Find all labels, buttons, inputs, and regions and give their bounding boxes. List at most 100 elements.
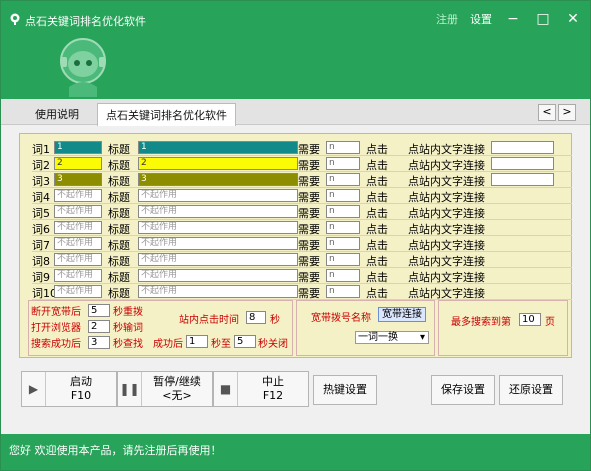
keyword-input[interactable]: 不起作用: [54, 285, 102, 298]
save-settings-button[interactable]: 保存设置: [431, 375, 495, 405]
keyword-label: 词2: [32, 159, 50, 172]
title-input[interactable]: 3: [138, 173, 298, 186]
link-text-input[interactable]: [491, 141, 554, 154]
stop-hotkey: F12: [262, 389, 284, 402]
title-input[interactable]: 2: [138, 157, 298, 170]
need-label: 需要: [298, 287, 320, 300]
pause-icon: ❚❚: [118, 372, 142, 406]
stay-label: 站内点击时间: [179, 315, 239, 326]
pause-button[interactable]: ❚❚ 暂停/继续 <无>: [117, 371, 213, 407]
title-input[interactable]: 不起作用: [138, 285, 298, 298]
need-count-input[interactable]: n: [326, 237, 360, 250]
need-count-input[interactable]: n: [326, 141, 360, 154]
keyword-input[interactable]: 2: [54, 157, 102, 170]
dial-name-input[interactable]: 宽带连接: [378, 307, 426, 322]
close-button[interactable]: ✕: [564, 11, 582, 27]
need-count-input[interactable]: n: [326, 157, 360, 170]
reconnect-input[interactable]: 5: [88, 304, 110, 317]
browser-unit: 秒输词: [113, 323, 143, 334]
settings-link[interactable]: 设置: [470, 11, 492, 27]
start-button[interactable]: ▶ 启动 F10: [21, 371, 117, 407]
click-label: 点击: [366, 239, 388, 252]
toolbar: ▶ 启动 F10 ❚❚ 暂停/继续 <无> ■ 中止 F12 热键设置 保存设置 还原…: [1, 365, 590, 411]
keyword-input[interactable]: 不起作用: [54, 205, 102, 218]
title-input[interactable]: 不起作用: [138, 237, 298, 250]
keyword-input[interactable]: 不起作用: [54, 237, 102, 250]
need-count-input[interactable]: n: [326, 285, 360, 298]
reconnect-unit: 秒重拨: [113, 307, 143, 318]
keyword-input[interactable]: 不起作用: [54, 189, 102, 202]
link-label: 点站内文字连接: [408, 239, 485, 252]
success-to-input[interactable]: 5: [234, 335, 256, 348]
need-count-input[interactable]: n: [326, 253, 360, 266]
title-label: 标题: [108, 271, 130, 284]
title-input[interactable]: 不起作用: [138, 253, 298, 266]
keyword-row: 词3 3 标题 3 需要 n 点击 点站内文字连接: [32, 172, 572, 188]
keyword-row: 词1 1 标题 1 需要 n 点击 点站内文字连接: [32, 140, 572, 156]
keyword-input[interactable]: 不起作用: [54, 253, 102, 266]
keyword-input[interactable]: 不起作用: [54, 221, 102, 234]
keyword-row: 词7 不起作用 标题 不起作用 需要 n 点击 点站内文字连接: [32, 236, 572, 252]
pause-hotkey: <无>: [162, 389, 192, 402]
maximize-button[interactable]: □: [534, 11, 552, 27]
minimize-button[interactable]: −: [504, 11, 522, 27]
mode-select[interactable]: 一词一换 ▾: [355, 331, 429, 344]
restore-settings-button[interactable]: 还原设置: [499, 375, 563, 405]
keyword-input[interactable]: 不起作用: [54, 269, 102, 282]
success-unit: 秒关闭: [258, 339, 288, 350]
hotkey-settings-button[interactable]: 热键设置: [313, 375, 377, 405]
stop-button[interactable]: ■ 中止 F12: [213, 371, 309, 407]
title-input[interactable]: 不起作用: [138, 269, 298, 282]
app-window: 点石关键词排名优化软件 注册 设置 − □ ✕ 使用说明 点石关键词排名优化软件…: [0, 0, 591, 471]
link-label: 点站内文字连接: [408, 255, 485, 268]
need-count-input[interactable]: n: [326, 221, 360, 234]
title-bar: 点石关键词排名优化软件 注册 设置 − □ ✕: [1, 1, 590, 99]
search-label: 搜索成功后: [31, 339, 81, 350]
title-input[interactable]: 不起作用: [138, 221, 298, 234]
keyword-row: 词8 不起作用 标题 不起作用 需要 n 点击 点站内文字连接: [32, 252, 572, 268]
timing-settings: 断开宽带后 5 秒重拨 打开浏览器 2 秒输词 搜索成功后 3 秒查找 站内点击…: [28, 300, 293, 356]
browser-input[interactable]: 2: [88, 320, 110, 333]
tab-prev-button[interactable]: <: [538, 104, 556, 121]
pause-label: 暂停/继续: [153, 375, 201, 388]
start-label: 启动: [70, 375, 92, 388]
start-hotkey: F10: [70, 389, 92, 402]
need-count-input[interactable]: n: [326, 173, 360, 186]
click-label: 点击: [366, 159, 388, 172]
tab-instructions[interactable]: 使用说明: [27, 103, 87, 125]
stay-input[interactable]: 8: [246, 311, 266, 324]
keyword-row: 词10 不起作用 标题 不起作用 需要 n 点击 点站内文字连接: [32, 284, 572, 300]
title-input[interactable]: 1: [138, 141, 298, 154]
pages-input[interactable]: 10: [519, 313, 541, 326]
need-count-input[interactable]: n: [326, 269, 360, 282]
register-link[interactable]: 注册: [436, 11, 458, 27]
title-input[interactable]: 不起作用: [138, 205, 298, 218]
keyword-label: 词4: [32, 191, 50, 204]
pages-label: 最多搜索到第: [451, 317, 511, 328]
link-label: 点站内文字连接: [408, 175, 485, 188]
link-label: 点站内文字连接: [408, 207, 485, 220]
click-label: 点击: [366, 175, 388, 188]
need-count-input[interactable]: n: [326, 205, 360, 218]
tab-main[interactable]: 点石关键词排名优化软件: [97, 103, 236, 126]
keyword-row: 词2 2 标题 2 需要 n 点击 点站内文字连接: [32, 156, 572, 172]
keyword-input[interactable]: 1: [54, 141, 102, 154]
tab-next-button[interactable]: >: [558, 104, 576, 121]
title-label: 标题: [108, 287, 130, 300]
title-input[interactable]: 不起作用: [138, 189, 298, 202]
link-text-input[interactable]: [491, 173, 554, 186]
keyword-label: 词6: [32, 223, 50, 236]
reconnect-label: 断开宽带后: [31, 307, 81, 318]
need-count-input[interactable]: n: [326, 189, 360, 202]
keyword-label: 词9: [32, 271, 50, 284]
search-input[interactable]: 3: [88, 336, 110, 349]
keyword-row: 词4 不起作用 标题 不起作用 需要 n 点击 点站内文字连接: [32, 188, 572, 204]
robot-mascot-icon: [60, 38, 106, 97]
success-from-input[interactable]: 1: [186, 335, 208, 348]
need-label: 需要: [298, 239, 320, 252]
link-text-input[interactable]: [491, 157, 554, 170]
keyword-input[interactable]: 3: [54, 173, 102, 186]
title-label: 标题: [108, 191, 130, 204]
link-label: 点站内文字连接: [408, 287, 485, 300]
search-unit: 秒查找: [113, 339, 143, 350]
